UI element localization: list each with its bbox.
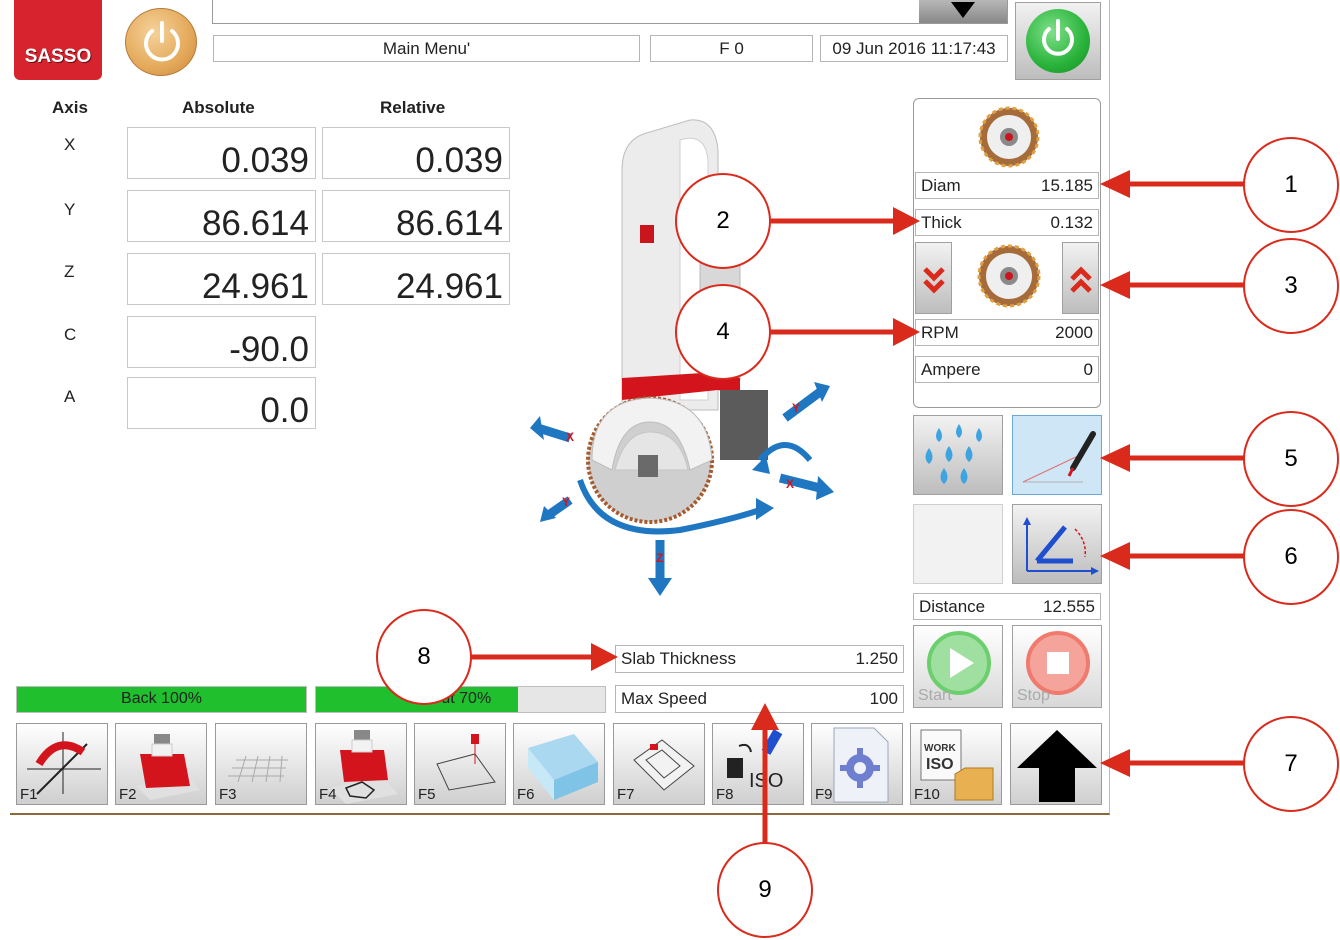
callout-number: 2: [716, 207, 730, 234]
callout-2: 2: [675, 173, 771, 269]
callout-8: 8: [376, 609, 472, 705]
callout-number: 3: [1284, 272, 1298, 299]
callout-number: 4: [716, 318, 730, 345]
callout-9: 9: [717, 842, 813, 938]
callout-number: 1: [1284, 171, 1298, 198]
callout-7: 7: [1243, 716, 1339, 812]
callout-number: 8: [417, 643, 431, 670]
callout-number: 5: [1284, 445, 1298, 472]
callout-arrows: [470, 170, 1245, 847]
callout-number: 9: [758, 876, 772, 903]
callout-5: 5: [1243, 411, 1339, 507]
callout-number: 6: [1284, 543, 1298, 570]
callout-6: 6: [1243, 509, 1339, 605]
callout-1: 1: [1243, 137, 1339, 233]
callout-number: 7: [1284, 750, 1298, 777]
callout-3: 3: [1243, 238, 1339, 334]
callout-4: 4: [675, 284, 771, 380]
